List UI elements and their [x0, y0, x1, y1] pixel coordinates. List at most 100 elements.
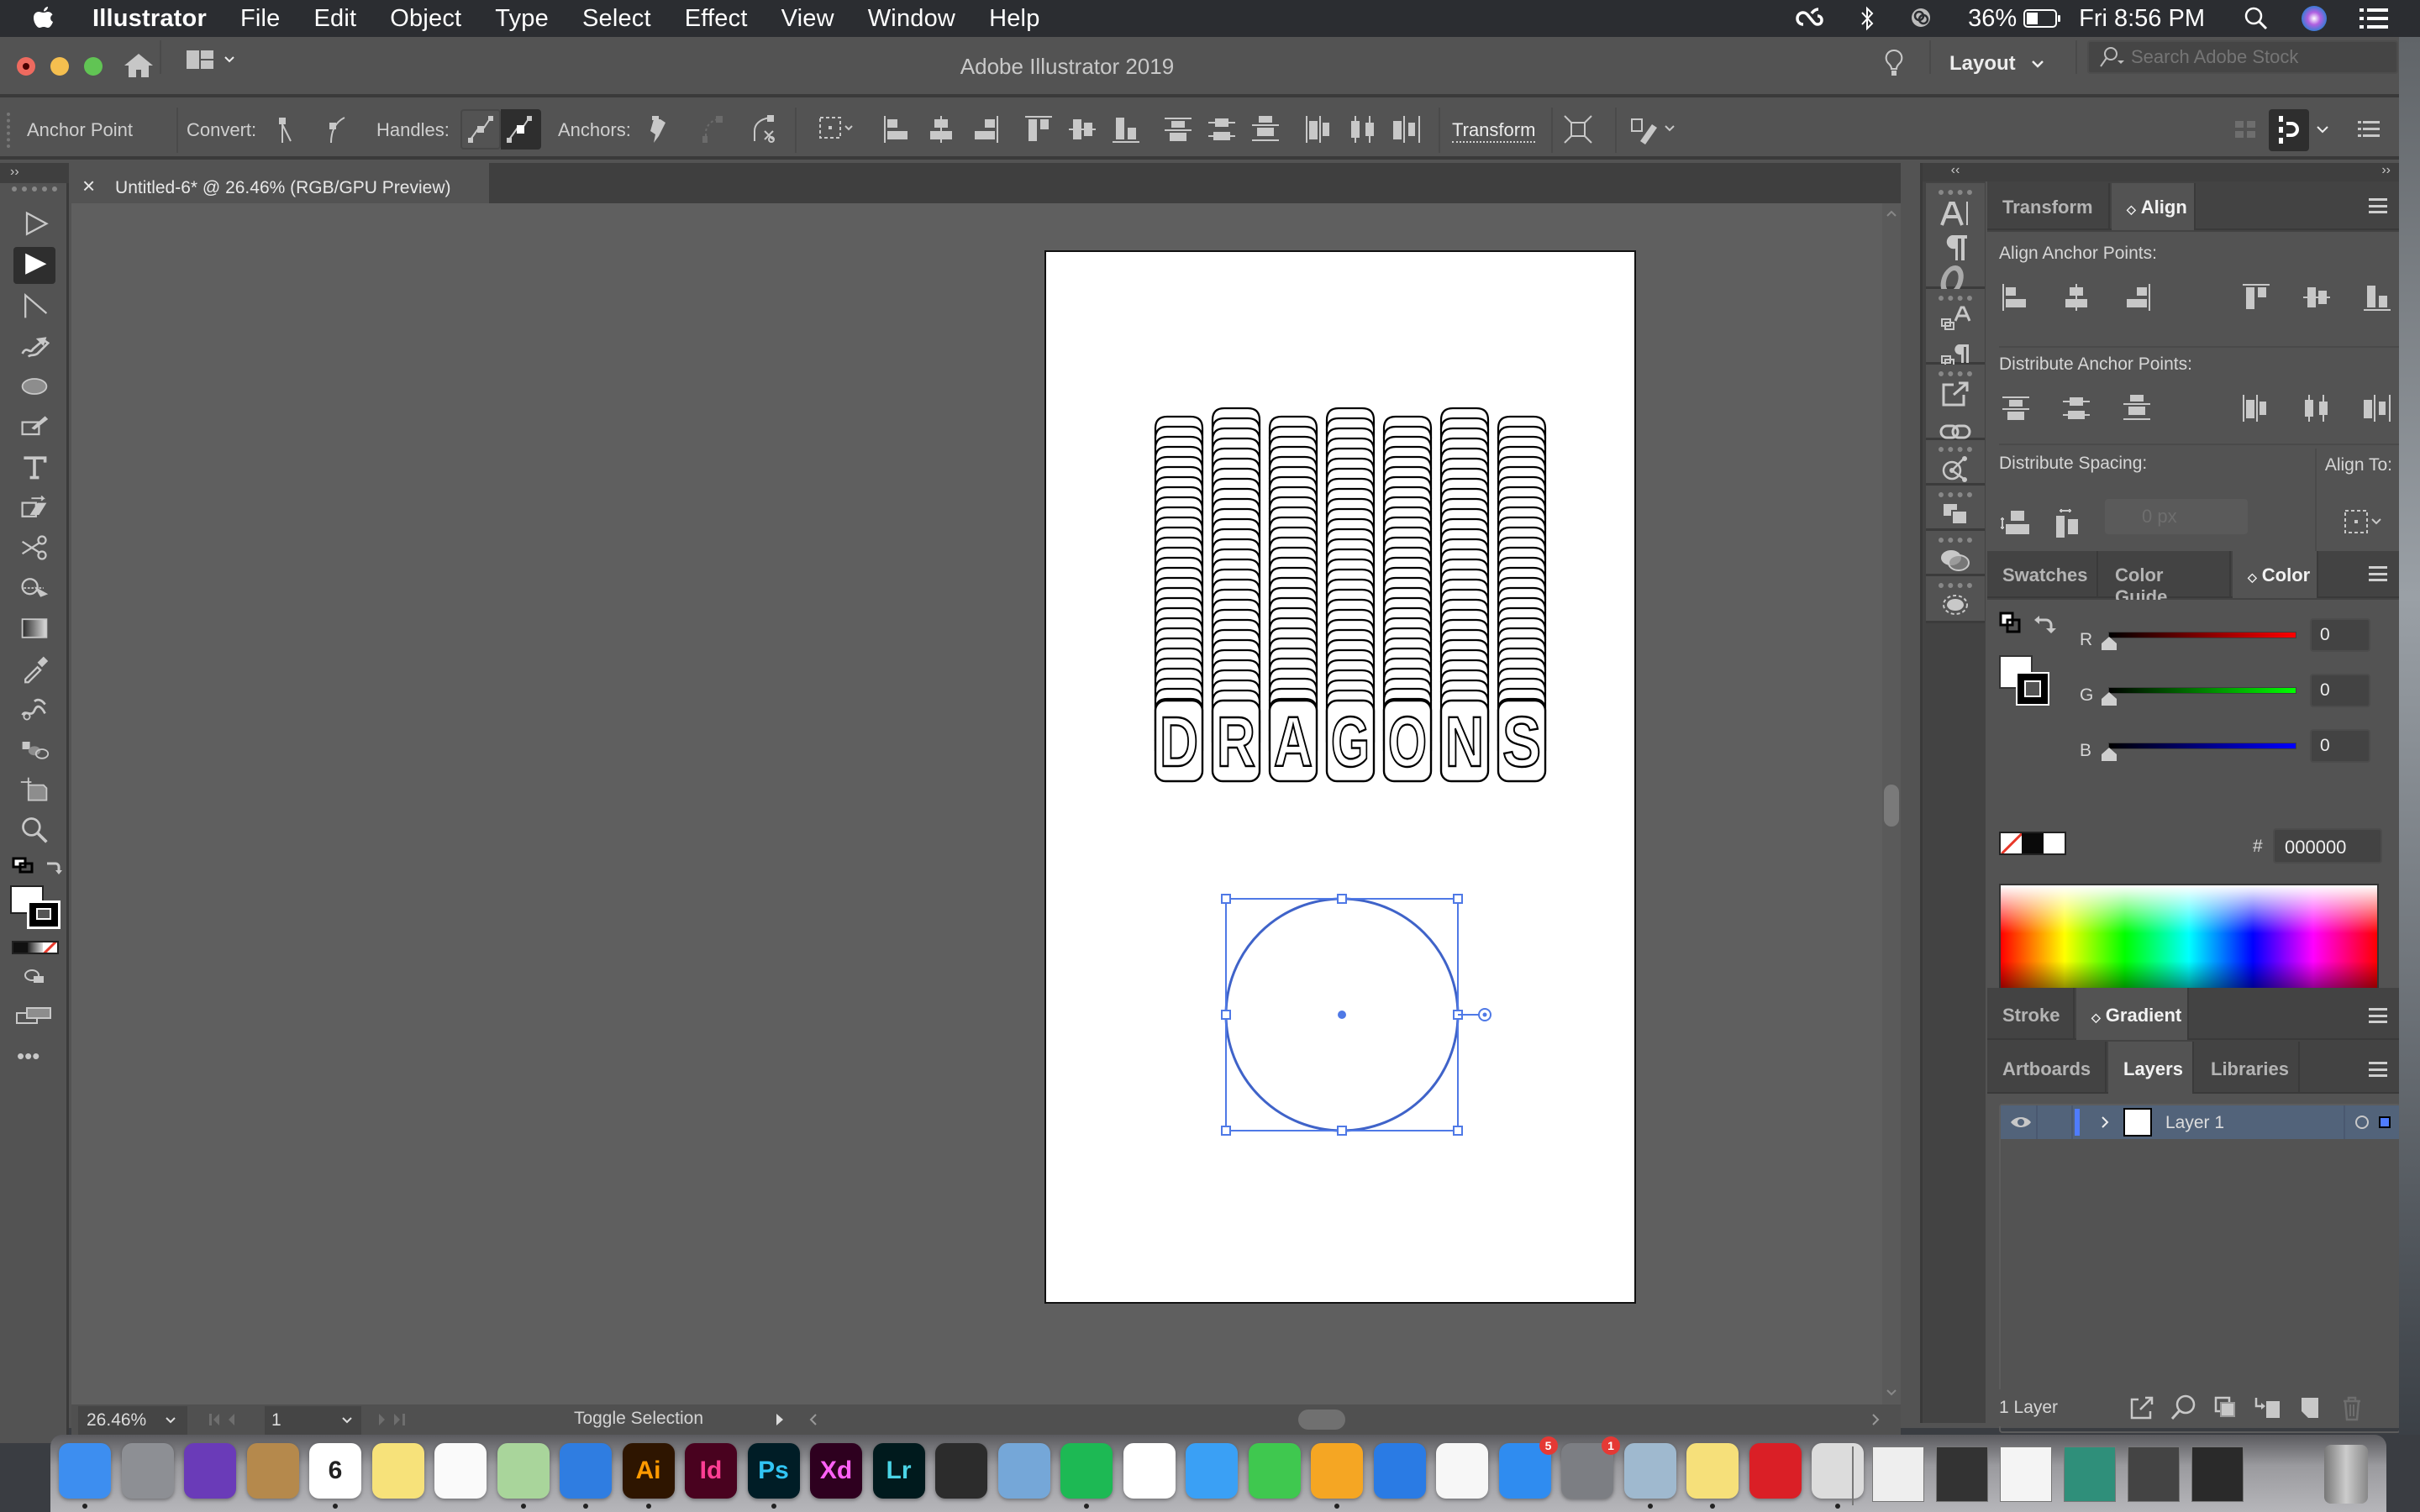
hide-handles-button[interactable]	[501, 109, 541, 150]
dock-app-photoshop[interactable]: Ps	[747, 1443, 800, 1499]
channel-input-g[interactable]: 0	[2310, 674, 2370, 707]
vertical-align-top-icon[interactable]	[2239, 281, 2273, 314]
resize-handle[interactable]	[1337, 1126, 1347, 1136]
dock-app-messages[interactable]	[1186, 1443, 1238, 1499]
snap-to-point-button[interactable]	[2269, 109, 2309, 151]
scroll-up-icon[interactable]	[1886, 208, 1897, 218]
artboard-tool-icon[interactable]	[13, 771, 55, 808]
tab-swatches[interactable]: Swatches	[1987, 551, 2098, 598]
dock-app-kindle[interactable]	[997, 1443, 1050, 1499]
menu-select[interactable]: Select	[582, 5, 651, 33]
curvature-pen-tool-icon[interactable]	[13, 328, 55, 365]
vertical-distribute-bottom-icon[interactable]	[2120, 391, 2154, 425]
control-bar-horizontal-align-right-icon[interactable]	[968, 113, 1002, 146]
layers-panel-menu-icon[interactable]	[2369, 1062, 2387, 1077]
letter-column[interactable]: A	[1268, 415, 1318, 783]
none-mode-icon[interactable]	[42, 942, 57, 953]
tab-align[interactable]: ◇ Align	[2112, 183, 2196, 230]
dock-app-spotify[interactable]	[1060, 1443, 1113, 1499]
tab-libraries[interactable]: Libraries	[2196, 1042, 2300, 1094]
scissors-tool-icon[interactable]	[13, 529, 55, 566]
distribute-spacing-field[interactable]: 0 px	[2105, 499, 2248, 534]
channel-slider-thumb-r[interactable]	[2102, 637, 2117, 650]
channel-input-b[interactable]: 0	[2310, 729, 2370, 763]
shaper-tool-icon[interactable]	[13, 408, 55, 445]
delete-layer-icon[interactable]	[2337, 1393, 2370, 1426]
dock-app-lightroom[interactable]: Lr	[872, 1443, 925, 1499]
artboard-dropdown-icon[interactable]	[339, 1411, 355, 1428]
control-bar-grip[interactable]	[7, 113, 10, 148]
vertical-distribute-center-icon[interactable]	[2060, 391, 2093, 425]
dock-app-pages[interactable]	[1311, 1443, 1363, 1499]
zoom-dropdown-icon[interactable]	[162, 1411, 179, 1428]
snap-to-grid-icon[interactable]	[2228, 113, 2262, 146]
dock-app-printer[interactable]	[1812, 1443, 1864, 1499]
default-fill-stroke-icon[interactable]	[12, 857, 35, 875]
dock-app-creative-cloud[interactable]	[1749, 1443, 1802, 1499]
channel-slider-thumb-g[interactable]	[2102, 692, 2117, 706]
create-new-layer-icon[interactable]	[2295, 1393, 2328, 1426]
control-bar-menu-icon[interactable]	[2353, 113, 2386, 146]
layer-row[interactable]: Layer 1	[2001, 1105, 2399, 1139]
isolate-selected-object-icon[interactable]	[1561, 113, 1595, 146]
selection-tool-icon[interactable]	[13, 207, 55, 244]
channel-slider-r[interactable]	[2108, 632, 2296, 638]
recolor-artwork-icon[interactable]	[1628, 113, 1679, 146]
tab-layers[interactable]: Layers	[2108, 1042, 2194, 1094]
resize-handle[interactable]	[1221, 894, 1231, 904]
vertical-align-bottom-icon[interactable]	[2360, 281, 2394, 314]
dock-app-facetime[interactable]	[1248, 1443, 1301, 1499]
free-transform-tool-icon[interactable]	[13, 489, 55, 526]
toolbar-collapse-button[interactable]: ››	[0, 163, 69, 183]
dock-app-figma[interactable]	[935, 1443, 987, 1499]
apple-menu-icon[interactable]	[32, 5, 66, 32]
transform-link[interactable]: Transform	[1452, 119, 1536, 143]
horizontal-distribute-right-icon[interactable]	[2360, 391, 2394, 425]
control-bar-vertical-distribute-center-icon[interactable]	[1205, 113, 1239, 146]
stroke-swatch[interactable]	[2016, 672, 2049, 706]
export-for-screens-icon[interactable]	[1939, 378, 1972, 412]
letter-column[interactable]: S	[1497, 415, 1547, 783]
dock-app-indesign[interactable]: Id	[685, 1443, 737, 1499]
horizontal-align-left-icon[interactable]	[1999, 281, 2033, 314]
dock-app-illustrator[interactable]: Ai	[622, 1443, 675, 1499]
black-swatch[interactable]	[2022, 833, 2044, 853]
menu-view[interactable]: View	[781, 5, 834, 33]
control-bar-vertical-align-top-icon[interactable]	[1022, 113, 1055, 146]
shape-builder-tool-icon[interactable]	[13, 570, 55, 606]
bluetooth-icon[interactable]	[1860, 6, 1874, 31]
direct-selection-tool-icon[interactable]	[13, 247, 55, 284]
tab-color[interactable]: ◇ Color	[2233, 551, 2318, 598]
control-bar-horizontal-distribute-center-icon[interactable]	[1346, 113, 1380, 146]
resize-handle[interactable]	[1453, 894, 1463, 904]
selection-indicator[interactable]	[2379, 1116, 2391, 1128]
resize-handle[interactable]	[1453, 1126, 1463, 1136]
swap-fill-stroke-icon[interactable]	[44, 857, 64, 875]
snap-options-chevron-icon[interactable]	[2311, 113, 2344, 146]
scroll-right-icon[interactable]	[1870, 1411, 1881, 1428]
dock-group-grip[interactable]	[1939, 190, 1972, 195]
select-similar-icon[interactable]	[817, 113, 853, 146]
default-fill-stroke-icon[interactable]	[1999, 612, 2033, 645]
control-bar-horizontal-distribute-right-icon[interactable]	[1390, 113, 1423, 146]
document-tab[interactable]: × Untitled-6* @ 26.46% (RGB/GPU Preview)	[69, 163, 489, 203]
dock-app-system-preferences[interactable]: 1	[1561, 1436, 1620, 1499]
locate-object-icon[interactable]	[2169, 1393, 2202, 1426]
menu-file[interactable]: File	[240, 5, 281, 33]
gradient-panel-menu-icon[interactable]	[2369, 1008, 2387, 1023]
character-styles-icon[interactable]	[1939, 302, 1972, 336]
vertical-align-center-icon[interactable]	[2300, 281, 2333, 314]
tab-stroke[interactable]: Stroke	[1987, 988, 2075, 1040]
letter-column[interactable]: N	[1439, 407, 1490, 783]
remove-anchor-pen-icon[interactable]	[644, 113, 677, 146]
white-swatch[interactable]	[2043, 833, 2065, 853]
dock-recent-document[interactable]	[2128, 1446, 2180, 1502]
menu-edit[interactable]: Edit	[313, 5, 356, 33]
change-screen-mode-icon[interactable]	[15, 1005, 52, 1026]
close-tab-icon[interactable]: ×	[82, 173, 95, 198]
dock-recent-document[interactable]	[1936, 1446, 1988, 1502]
blend-tool-icon[interactable]	[13, 690, 55, 727]
selected-circle[interactable]	[1221, 894, 1491, 1136]
control-bar-horizontal-align-center-icon[interactable]	[924, 113, 958, 146]
color-panel-menu-icon[interactable]	[2369, 566, 2387, 581]
